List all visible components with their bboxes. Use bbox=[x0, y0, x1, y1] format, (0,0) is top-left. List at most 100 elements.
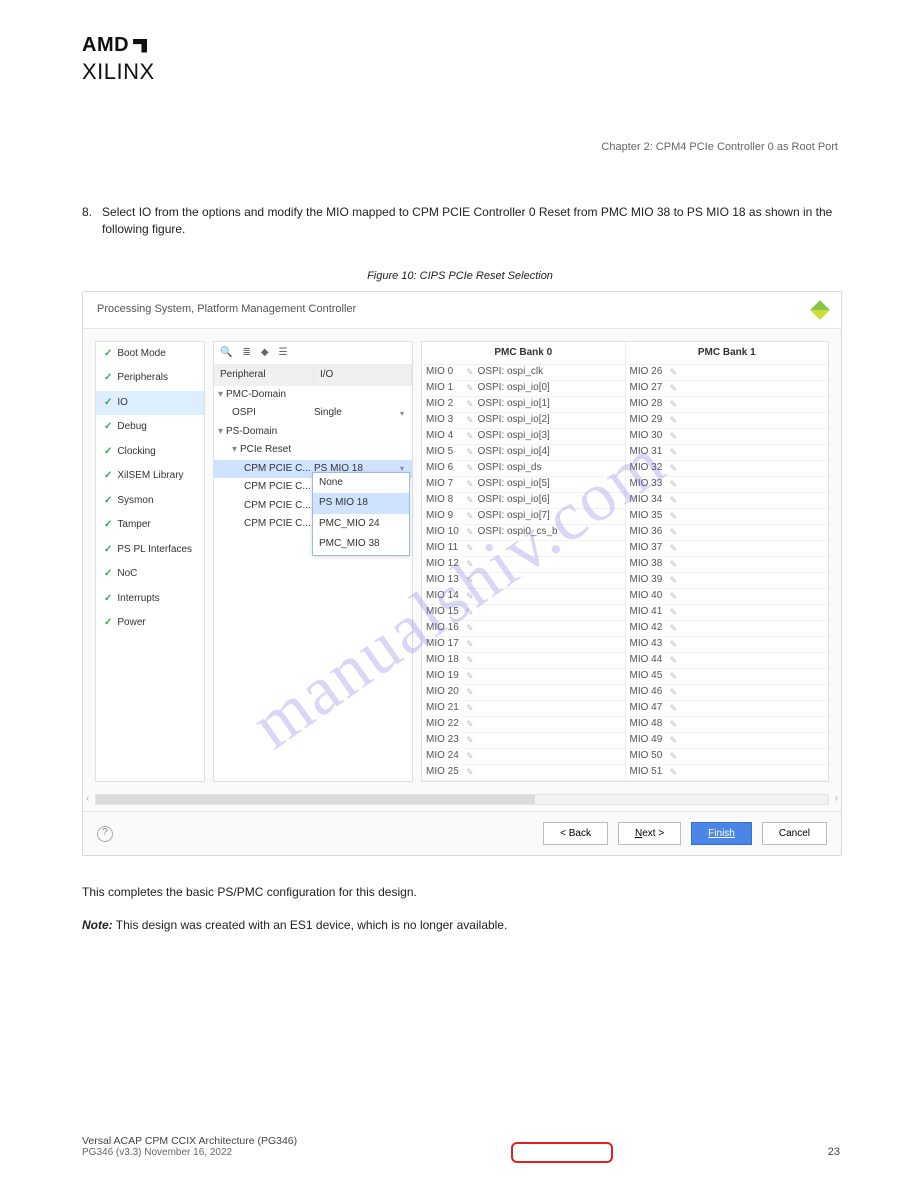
mio-row[interactable]: MIO 1✎OSPI: ospi_io[0] bbox=[422, 381, 625, 397]
edit-icon[interactable]: ✎ bbox=[670, 558, 678, 571]
mio-row[interactable]: MIO 32✎ bbox=[626, 461, 829, 477]
edit-icon[interactable]: ✎ bbox=[670, 702, 678, 715]
edit-icon[interactable]: ✎ bbox=[670, 510, 678, 523]
mio-row[interactable]: MIO 39✎ bbox=[626, 573, 829, 589]
mio-row[interactable]: MIO 0✎OSPI: ospi_clk bbox=[422, 365, 625, 381]
sidebar-item-boot-mode[interactable]: ✓Boot Mode bbox=[96, 342, 204, 367]
mio-row[interactable]: MIO 27✎ bbox=[626, 381, 829, 397]
sidebar-item-power[interactable]: ✓Power bbox=[96, 611, 204, 636]
edit-icon[interactable]: ✎ bbox=[466, 702, 474, 715]
tree-row[interactable]: ▾PCIe Reset bbox=[214, 441, 412, 460]
edit-icon[interactable]: ✎ bbox=[466, 766, 474, 779]
mio-row[interactable]: MIO 4✎OSPI: ospi_io[3] bbox=[422, 429, 625, 445]
edit-icon[interactable]: ✎ bbox=[466, 526, 474, 539]
sidebar-item-peripherals[interactable]: ✓Peripherals bbox=[96, 366, 204, 391]
edit-icon[interactable]: ✎ bbox=[670, 638, 678, 651]
mio-row[interactable]: MIO 37✎ bbox=[626, 541, 829, 557]
edit-icon[interactable]: ✎ bbox=[466, 510, 474, 523]
mio-row[interactable]: MIO 46✎ bbox=[626, 685, 829, 701]
edit-icon[interactable]: ✎ bbox=[670, 670, 678, 683]
edit-icon[interactable]: ✎ bbox=[466, 558, 474, 571]
sidebar-item-clocking[interactable]: ✓Clocking bbox=[96, 440, 204, 465]
edit-icon[interactable]: ✎ bbox=[670, 526, 678, 539]
mio-row[interactable]: MIO 8✎OSPI: ospi_io[6] bbox=[422, 493, 625, 509]
edit-icon[interactable]: ✎ bbox=[670, 398, 678, 411]
mio-row[interactable]: MIO 47✎ bbox=[626, 701, 829, 717]
mio-row[interactable]: MIO 30✎ bbox=[626, 429, 829, 445]
io-dropdown-popup[interactable]: NonePS MIO 18PMC_MIO 24PMC_MIO 38 bbox=[312, 472, 410, 556]
mio-row[interactable]: MIO 20✎ bbox=[422, 685, 625, 701]
edit-icon[interactable]: ✎ bbox=[670, 734, 678, 747]
edit-icon[interactable]: ✎ bbox=[466, 686, 474, 699]
sidebar-item-noc[interactable]: ✓NoC bbox=[96, 562, 204, 587]
edit-icon[interactable]: ✎ bbox=[670, 430, 678, 443]
edit-icon[interactable]: ✎ bbox=[670, 718, 678, 731]
mio-row[interactable]: MIO 19✎ bbox=[422, 669, 625, 685]
mio-row[interactable]: MIO 14✎ bbox=[422, 589, 625, 605]
mio-row[interactable]: MIO 18✎ bbox=[422, 653, 625, 669]
edit-icon[interactable]: ✎ bbox=[670, 542, 678, 555]
mio-row[interactable]: MIO 35✎ bbox=[626, 509, 829, 525]
edit-icon[interactable]: ✎ bbox=[466, 734, 474, 747]
mio-row[interactable]: MIO 16✎ bbox=[422, 621, 625, 637]
expand-icon[interactable]: ◆ bbox=[261, 346, 269, 361]
edit-icon[interactable]: ✎ bbox=[466, 750, 474, 763]
edit-icon[interactable]: ✎ bbox=[466, 638, 474, 651]
sidebar-item-debug[interactable]: ✓Debug bbox=[96, 415, 204, 440]
mio-row[interactable]: MIO 23✎ bbox=[422, 733, 625, 749]
dropdown-option[interactable]: None bbox=[313, 473, 409, 494]
edit-icon[interactable]: ✎ bbox=[670, 766, 678, 779]
mio-row[interactable]: MIO 21✎ bbox=[422, 701, 625, 717]
mio-row[interactable]: MIO 11✎ bbox=[422, 541, 625, 557]
next-button[interactable]: Next > bbox=[618, 822, 681, 845]
mio-row[interactable]: MIO 13✎ bbox=[422, 573, 625, 589]
collapse-icon[interactable]: ≣ bbox=[242, 346, 250, 361]
finish-button[interactable]: Finish bbox=[691, 822, 752, 845]
mio-row[interactable]: MIO 51✎ bbox=[626, 765, 829, 781]
dropdown-option[interactable]: PMC_MIO 38 bbox=[313, 534, 409, 555]
mio-row[interactable]: MIO 50✎ bbox=[626, 749, 829, 765]
mio-row[interactable]: MIO 31✎ bbox=[626, 445, 829, 461]
sidebar-item-io[interactable]: ✓IO bbox=[96, 391, 204, 416]
edit-icon[interactable]: ✎ bbox=[670, 686, 678, 699]
sidebar-item-interrupts[interactable]: ✓Interrupts bbox=[96, 587, 204, 612]
edit-icon[interactable]: ✎ bbox=[670, 590, 678, 603]
edit-icon[interactable]: ✎ bbox=[670, 606, 678, 619]
mio-row[interactable]: MIO 43✎ bbox=[626, 637, 829, 653]
sidebar-item-sysmon[interactable]: ✓Sysmon bbox=[96, 489, 204, 514]
edit-icon[interactable]: ✎ bbox=[466, 574, 474, 587]
edit-icon[interactable]: ✎ bbox=[466, 478, 474, 491]
mio-row[interactable]: MIO 49✎ bbox=[626, 733, 829, 749]
edit-icon[interactable]: ✎ bbox=[466, 398, 474, 411]
mio-row[interactable]: MIO 44✎ bbox=[626, 653, 829, 669]
dropdown-option[interactable]: PS MIO 18 bbox=[313, 493, 409, 514]
mio-row[interactable]: MIO 7✎OSPI: ospi_io[5] bbox=[422, 477, 625, 493]
edit-icon[interactable]: ✎ bbox=[670, 446, 678, 459]
mio-row[interactable]: MIO 41✎ bbox=[626, 605, 829, 621]
mio-row[interactable]: MIO 15✎ bbox=[422, 605, 625, 621]
edit-icon[interactable]: ✎ bbox=[466, 542, 474, 555]
mio-row[interactable]: MIO 2✎OSPI: ospi_io[1] bbox=[422, 397, 625, 413]
edit-icon[interactable]: ✎ bbox=[670, 654, 678, 667]
mio-row[interactable]: MIO 36✎ bbox=[626, 525, 829, 541]
mio-row[interactable]: MIO 17✎ bbox=[422, 637, 625, 653]
mio-row[interactable]: MIO 38✎ bbox=[626, 557, 829, 573]
edit-icon[interactable]: ✎ bbox=[466, 494, 474, 507]
mio-row[interactable]: MIO 42✎ bbox=[626, 621, 829, 637]
sidebar-item-ps-pl-interfaces[interactable]: ✓PS PL Interfaces bbox=[96, 538, 204, 563]
edit-icon[interactable]: ✎ bbox=[466, 366, 474, 379]
send-feedback-button[interactable]: Send Feedback bbox=[511, 1142, 613, 1163]
horizontal-scrollbar[interactable] bbox=[95, 794, 829, 805]
edit-icon[interactable]: ✎ bbox=[670, 478, 678, 491]
tree-row[interactable]: ▾PMC-Domain bbox=[214, 386, 412, 405]
mio-row[interactable]: MIO 9✎OSPI: ospi_io[7] bbox=[422, 509, 625, 525]
help-icon[interactable]: ? bbox=[97, 826, 113, 842]
back-button[interactable]: < Back bbox=[543, 822, 608, 845]
scrollbar-thumb[interactable] bbox=[96, 795, 535, 804]
search-icon[interactable]: 🔍 bbox=[220, 346, 232, 361]
cancel-button[interactable]: Cancel bbox=[762, 822, 827, 845]
mio-row[interactable]: MIO 34✎ bbox=[626, 493, 829, 509]
mio-row[interactable]: MIO 10✎OSPI: ospi0_cs_b bbox=[422, 525, 625, 541]
mio-row[interactable]: MIO 48✎ bbox=[626, 717, 829, 733]
mio-row[interactable]: MIO 45✎ bbox=[626, 669, 829, 685]
